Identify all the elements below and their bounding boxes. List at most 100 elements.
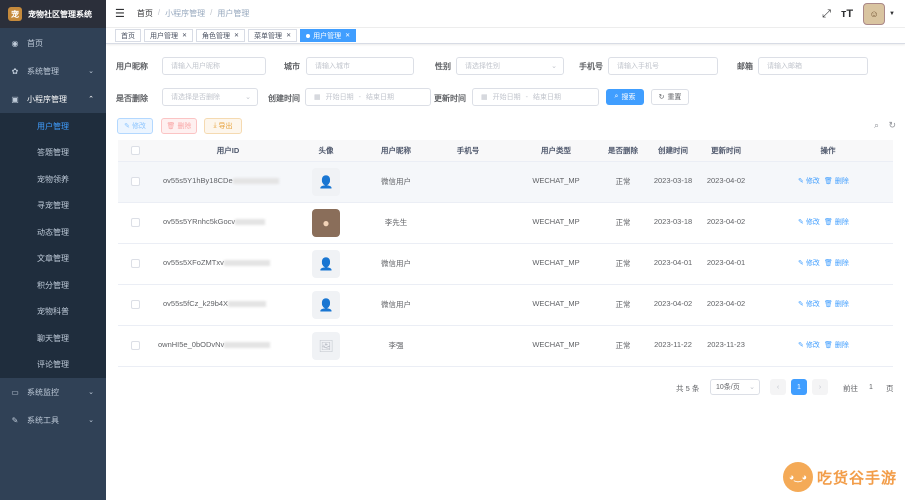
breadcrumb-home[interactable]: 首页 [137,8,153,19]
tag-users-system[interactable]: 用户管理 ✕ [144,29,194,42]
next-page-button[interactable]: › [812,379,828,395]
updated-range[interactable]: ▦ 开始日期 - 结束日期 [472,88,599,106]
delete-button[interactable]: 🗑 删除 [161,118,197,134]
select-all-checkbox[interactable] [131,146,140,155]
redacted-text [224,342,271,349]
close-icon[interactable]: ✕ [345,32,350,39]
prev-page-button[interactable]: ‹ [770,379,786,395]
row-edit-link[interactable]: ✎ 修改 [798,176,820,186]
row-checkbox[interactable] [131,300,140,309]
user-avatar[interactable]: 👤 [312,291,340,319]
user-avatar-photo[interactable]: ● [312,209,340,237]
hamburger-icon[interactable]: ☰ [115,7,125,20]
created-range[interactable]: ▦ 开始日期 - 结束日期 [305,88,431,106]
created-cell: 2023-03-18 [653,176,693,185]
sidebar-subitem-adoption[interactable]: 宠物领养 [0,166,106,193]
fullscreen-icon[interactable]: ⤢ [822,8,831,21]
avatar[interactable]: ☺ [863,3,886,25]
row-checkbox[interactable] [131,259,140,268]
row-checkbox[interactable] [131,341,140,350]
search-button[interactable]: ⌕ 搜索 [606,89,644,105]
goto-label: 前往 [843,384,858,393]
tag-home[interactable]: 首页 [115,29,141,42]
sidebar-item-system[interactable]: ✿ 系统管理 ⌄ [0,57,106,85]
tag-roles[interactable]: 角色管理 ✕ [196,29,246,42]
row-delete-link[interactable]: 🗑 删除 [824,258,849,268]
col-user-id[interactable]: 用户ID [178,145,278,156]
row-delete-link[interactable]: 🗑 删除 [824,299,849,309]
page-1-button[interactable]: 1 [791,379,807,395]
start-date[interactable]: 开始日期 [493,92,521,102]
start-date[interactable]: 开始日期 [326,92,354,102]
table-row[interactable]: ov55s5fCz_k29b4X 👤 微信用户 WECHAT_MP 正常 202… [118,285,893,326]
row-edit-link[interactable]: ✎ 修改 [798,217,820,227]
sidebar-item-miniprogram[interactable]: ▣ 小程序管理 ⌃ [0,85,106,113]
row-checkbox[interactable] [131,218,140,227]
created-cell: 2023-03-18 [653,217,693,226]
app-title: 宠物社区管理系统 [28,9,92,19]
tag-label: 菜单管理 [254,32,283,40]
close-icon[interactable]: ✕ [286,32,291,39]
row-delete-link[interactable]: 🗑 删除 [824,340,849,350]
tag-users-active[interactable]: 用户管理 ✕ [300,29,357,42]
sidebar-subitem-comments[interactable]: 评论管理 [0,352,106,379]
phone-input[interactable]: 请输入手机号 [608,57,718,75]
search-toggle-icon[interactable]: ⌕ [874,120,879,131]
sidebar-item-monitor[interactable]: ▭ 系统监控 ⌄ [0,378,106,406]
row-delete-link[interactable]: 🗑 删除 [824,176,849,186]
app-logo[interactable]: 宠 宠物社区管理系统 [0,0,106,28]
sidebar-subitem-quiz[interactable]: 答题管理 [0,140,106,167]
city-input[interactable]: 请输入城市 [306,57,414,75]
page-size-select[interactable]: 10条/页 ⌄ [710,379,760,395]
row-edit-link[interactable]: ✎ 修改 [798,299,820,309]
end-date[interactable]: 结束日期 [533,92,561,102]
sidebar-item-label: 小程序管理 [27,94,67,104]
table-row[interactable]: ov55s5YRnhc5kGocv ● 李先生 WECHAT_MP 正常 202… [118,203,893,244]
email-input[interactable]: 请输入邮箱 [758,57,868,75]
updated-cell: 2023-04-02 [706,217,746,226]
refresh-icon[interactable]: ↻ [888,120,896,131]
sidebar-subitem-points[interactable]: 积分管理 [0,272,106,299]
nickname-cell: 李先生 [384,218,408,227]
col-avatar: 头像 [318,146,334,155]
sidebar-subitem-lost-pet[interactable]: 寻宠管理 [0,193,106,220]
user-placeholder-icon: 👤 [318,175,334,189]
deleted-select[interactable]: 请选择是否删除 ⌄ [162,88,258,106]
user-avatar[interactable]: 👤 [312,250,340,278]
table-row[interactable]: ownHI5e_0bODvNv 🖼 李强 WECHAT_MP 正常 2023-1… [118,326,893,367]
nickname-input[interactable]: 请输入用户昵称 [162,57,266,75]
sidebar-subitem-articles[interactable]: 文章管理 [0,246,106,273]
button-label: 重置 [667,94,682,101]
placeholder: 请输入邮箱 [767,63,802,70]
row-edit-link[interactable]: ✎ 修改 [798,340,820,350]
close-icon[interactable]: ✕ [234,32,239,39]
end-date[interactable]: 结束日期 [366,92,394,102]
sidebar-subitem-posts[interactable]: 动态管理 [0,219,106,246]
row-checkbox[interactable] [131,177,140,186]
table-row[interactable]: ov55s5XFoZMTxv 👤 微信用户 WECHAT_MP 正常 2023-… [118,244,893,285]
row-delete-link[interactable]: 🗑 删除 [824,217,849,227]
updated-cell: 2023-04-02 [706,299,746,308]
chevron-down-icon: ⌄ [245,94,251,101]
export-button[interactable]: ⤓ 导出 [204,118,242,134]
goto-page-input[interactable]: 1 [862,379,880,395]
sidebar-subitem-science[interactable]: 宠物科普 [0,299,106,326]
user-avatar[interactable]: 🖼 [312,332,340,360]
sidebar-subitem-chat[interactable]: 聊天管理 [0,325,106,352]
user-id: ownHI5e_0bODvNv [158,340,225,349]
nickname-cell: 微信用户 [381,300,411,309]
font-size-icon[interactable]: тT [841,8,853,20]
reset-button[interactable]: ↻ 重置 [651,89,689,105]
tag-menus[interactable]: 菜单管理 ✕ [248,29,298,42]
sidebar-subitem-users[interactable]: 用户管理 [0,113,106,140]
gender-select[interactable]: 请选择性别 ⌄ [456,57,564,75]
row-edit-link[interactable]: ✎ 修改 [798,258,820,268]
caret-down-icon[interactable]: ▼ [889,11,895,17]
sidebar-item-tools[interactable]: ✎ 系统工具 ⌄ [0,406,106,434]
user-avatar[interactable]: 👤 [312,168,340,196]
sidebar-item-home[interactable]: ◉ 首页 [0,29,106,57]
close-icon[interactable]: ✕ [182,32,187,39]
edit-button[interactable]: ✎ 修改 [117,118,153,134]
dog-logo-icon: 宠 [8,7,22,21]
table-row[interactable]: ov55s5Y1hBy18CDe 👤 微信用户 WECHAT_MP 正常 202… [118,162,893,203]
